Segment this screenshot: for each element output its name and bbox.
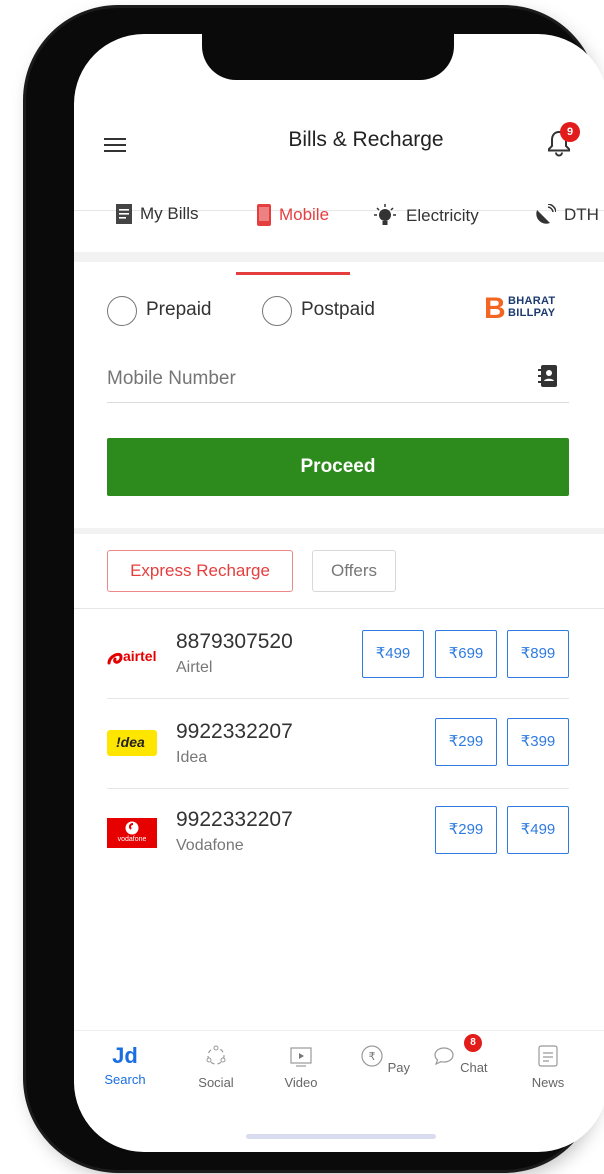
- vodafone-logo: vodafone: [107, 818, 157, 848]
- nav-label: Video: [284, 1075, 318, 1090]
- plan-button[interactable]: ₹299: [435, 718, 497, 766]
- nav-label: Social: [198, 1075, 234, 1090]
- bulb-icon: [374, 204, 396, 225]
- nav-news[interactable]: News: [518, 1044, 578, 1090]
- phone-frame: Bills & Recharge 9 My Bills Mobile Elect…: [26, 8, 604, 1170]
- nav-label: Pay: [387, 1060, 411, 1075]
- tab-label: My Bills: [140, 204, 199, 223]
- input-underline: [107, 402, 569, 403]
- nav-label: Chat: [460, 1060, 488, 1075]
- chat-badge: 8: [464, 1034, 482, 1052]
- svg-text:₹: ₹: [368, 1050, 375, 1063]
- nav-label: Search: [104, 1072, 146, 1087]
- dish-icon: [536, 204, 556, 224]
- nav-label: News: [531, 1075, 565, 1090]
- row-divider: [107, 788, 569, 789]
- bbps-line1: BHARAT: [508, 295, 556, 307]
- airtel-logo: airtel: [107, 646, 159, 668]
- bharat-billpay-b-mark: B: [484, 292, 506, 325]
- mobile-number-input[interactable]: [107, 366, 507, 392]
- nav-search[interactable]: Jd Search: [95, 1044, 155, 1088]
- nav-social[interactable]: Social: [186, 1044, 246, 1090]
- section-separator: [74, 528, 604, 534]
- plan-button[interactable]: ₹699: [435, 630, 497, 678]
- tab-mobile[interactable]: Mobile: [236, 204, 350, 226]
- plan-button[interactable]: ₹399: [507, 718, 569, 766]
- idea-wordmark: !dea: [116, 734, 145, 750]
- row-divider: [107, 698, 569, 699]
- tab-my-bills[interactable]: My Bills: [116, 204, 199, 224]
- airtel-swirl-icon: [107, 652, 123, 665]
- contacts-book-icon: [538, 365, 557, 387]
- bbps-line2: BILLPAY: [508, 307, 556, 319]
- recent-operator: Idea: [176, 749, 208, 766]
- prepaid-label: Prepaid: [146, 299, 212, 320]
- plan-button[interactable]: ₹499: [507, 806, 569, 854]
- tab-dth[interactable]: DTH: [534, 204, 599, 226]
- notification-button[interactable]: 9: [544, 120, 584, 160]
- nav-video[interactable]: Video: [271, 1044, 331, 1090]
- plan-button[interactable]: ₹899: [507, 630, 569, 678]
- news-icon: [538, 1045, 558, 1067]
- menu-icon[interactable]: [104, 138, 126, 152]
- jd-logo: Jd: [95, 1044, 155, 1068]
- home-indicator[interactable]: [246, 1134, 436, 1139]
- contacts-button[interactable]: [538, 364, 558, 388]
- page-title: Bills & Recharge: [288, 128, 444, 151]
- proceed-button[interactable]: Proceed: [107, 438, 569, 496]
- plan-button[interactable]: ₹299: [435, 806, 497, 854]
- social-icon: [206, 1045, 226, 1065]
- mobile-icon: [256, 204, 271, 226]
- chips-divider: [74, 608, 604, 609]
- nav-pay[interactable]: ₹ Pay: [355, 1044, 415, 1075]
- tab-label: Mobile: [278, 205, 330, 224]
- bill-icon: [116, 204, 132, 224]
- recent-number: 8879307520: [176, 630, 293, 653]
- phone-notch: [202, 34, 454, 80]
- vodafone-wordmark: vodafone: [117, 836, 147, 843]
- video-icon: [290, 1047, 312, 1067]
- recent-number: 9922332207: [176, 720, 293, 743]
- active-tab-indicator: [236, 272, 350, 275]
- offers-chip[interactable]: Offers: [312, 550, 396, 592]
- notification-badge: 9: [560, 122, 580, 142]
- recent-operator: Airtel: [176, 659, 213, 676]
- express-recharge-chip[interactable]: Express Recharge: [107, 550, 293, 592]
- idea-logo: !dea: [107, 730, 157, 756]
- postpaid-radio[interactable]: [262, 296, 292, 326]
- nav-chat[interactable]: 8 Chat: [430, 1034, 490, 1075]
- plan-button[interactable]: ₹499: [362, 630, 424, 678]
- chat-icon: [434, 1047, 455, 1066]
- prepaid-radio[interactable]: [107, 296, 137, 326]
- recent-operator: Vodafone: [176, 837, 244, 854]
- tab-label: DTH: [564, 205, 599, 224]
- bottom-nav-divider: [74, 1030, 604, 1031]
- section-separator: [74, 252, 604, 262]
- vodafone-speechmark-icon: [125, 821, 139, 835]
- recent-number: 9922332207: [176, 808, 293, 831]
- airtel-wordmark: airtel: [123, 648, 157, 664]
- tab-label: Electricity: [406, 206, 479, 225]
- jd-logo-text: Jd: [112, 1043, 138, 1068]
- rupee-icon: ₹: [361, 1045, 383, 1067]
- bharat-billpay-logo: B BHARAT BILLPAY: [484, 292, 574, 328]
- tab-electricity[interactable]: Electricity: [372, 204, 479, 228]
- app-screen: Bills & Recharge 9 My Bills Mobile Elect…: [74, 34, 604, 1152]
- postpaid-label: Postpaid: [301, 299, 375, 320]
